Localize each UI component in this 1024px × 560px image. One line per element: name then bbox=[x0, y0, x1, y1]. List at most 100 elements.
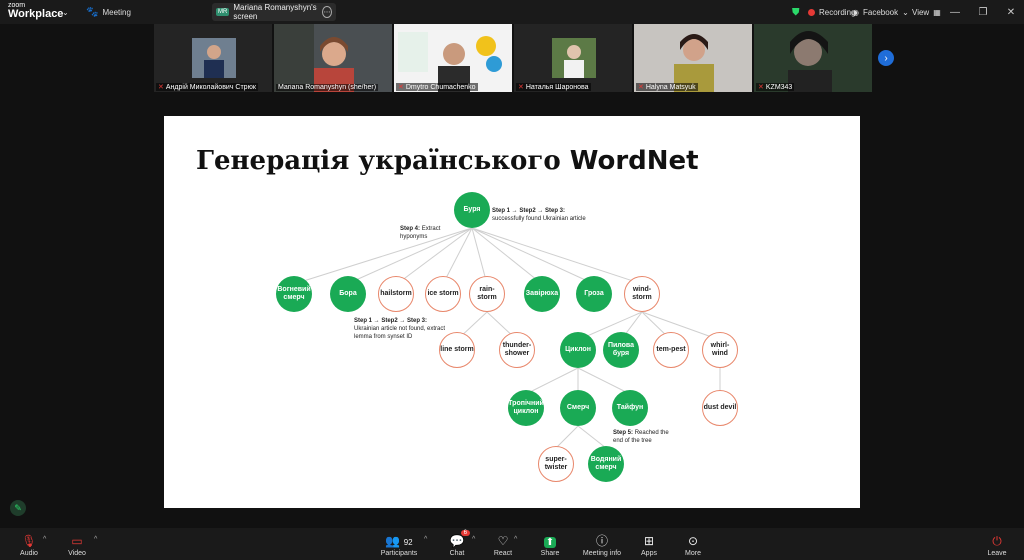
node-root: Буря bbox=[454, 192, 490, 228]
note-step5: Step 5: Reached the end of the tree bbox=[613, 430, 669, 444]
screen-share-badge: MR bbox=[216, 8, 230, 16]
audio-label: Audio bbox=[20, 549, 38, 557]
facebook-label: Facebook bbox=[862, 7, 899, 17]
participant-video bbox=[274, 24, 392, 92]
participant-tile[interactable]: ✕ Dmytro Chumachenko bbox=[394, 24, 512, 92]
next-page-button[interactable]: › bbox=[878, 50, 894, 66]
meeting-info-button[interactable]: ⓘ Meeting info bbox=[577, 530, 627, 560]
apps-button[interactable]: ⊞ Apps bbox=[624, 530, 674, 560]
minimize-icon: — bbox=[950, 6, 960, 18]
react-button[interactable]: ♡ React bbox=[478, 530, 528, 560]
maximize-icon: ❐ bbox=[978, 6, 988, 18]
annotate-button[interactable]: ✎ bbox=[10, 500, 26, 516]
record-dot-icon bbox=[808, 8, 815, 16]
participant-tile[interactable]: ✕ Наталья Шаронова bbox=[514, 24, 632, 92]
node-typhoon: Тайфун bbox=[612, 390, 648, 426]
shared-slide: Генерація українського WordNet Буря Вогн… bbox=[164, 116, 860, 508]
more-label: More bbox=[685, 549, 701, 557]
react-options-caret[interactable]: ^ bbox=[514, 536, 517, 543]
chevron-down-icon: ⌄ bbox=[902, 7, 909, 17]
shield-icon: ⛊ bbox=[792, 6, 800, 18]
note-step123-not-found: Step 1 → Step2 → Step 3: Ukrainian artic… bbox=[354, 318, 446, 340]
more-options-icon[interactable]: ⋯ bbox=[322, 6, 332, 18]
participant-name: Mariana Romanyshyn (she/her) bbox=[276, 84, 379, 91]
node-wind-storm: wind-storm bbox=[624, 276, 660, 312]
node-vortex: Вогневий смерч bbox=[276, 276, 312, 312]
chat-badge: 6 bbox=[460, 530, 470, 536]
participants-count: 92 bbox=[403, 537, 413, 547]
node-water-spout: Водяний смерч bbox=[588, 446, 624, 482]
video-off-icon: ▭ bbox=[71, 533, 83, 548]
chat-button[interactable]: 💬 6 Chat bbox=[432, 530, 482, 560]
node-tropical-cyclone: Тропічний циклон bbox=[508, 390, 544, 426]
participant-name: ✕ Dmytro Chumachenko bbox=[396, 83, 478, 91]
meeting-label: Meeting bbox=[102, 7, 131, 17]
participant-video bbox=[514, 24, 632, 92]
chevron-down-icon: ⌄ bbox=[62, 7, 69, 17]
chat-options-caret[interactable]: ^ bbox=[472, 536, 475, 543]
node-cyclone: Циклон bbox=[560, 332, 596, 368]
meeting-menu[interactable]: 🐾 Meeting bbox=[86, 0, 131, 24]
video-options-caret[interactable]: ^ bbox=[94, 536, 97, 543]
node-ice-storm: ice storm bbox=[425, 276, 461, 312]
share-label: Share bbox=[540, 549, 560, 557]
participant-name: ✕ Halyna Matsyuk bbox=[636, 83, 698, 91]
participant-video bbox=[634, 24, 752, 92]
mic-muted-icon: ✕ bbox=[638, 84, 644, 91]
audio-options-caret[interactable]: ^ bbox=[43, 536, 46, 543]
close-icon: ✕ bbox=[1006, 6, 1016, 18]
audio-button[interactable]: 🎙 Audio bbox=[4, 530, 54, 560]
participant-tile[interactable]: ✕ KZM343 bbox=[754, 24, 872, 92]
node-rain-storm: rain-storm bbox=[469, 276, 505, 312]
leave-label: Leave bbox=[987, 549, 1007, 557]
heart-icon: ♡ bbox=[497, 533, 509, 548]
share-button[interactable]: ⬆ Share bbox=[525, 530, 575, 560]
participant-video bbox=[154, 24, 272, 92]
mic-muted-icon: ✕ bbox=[398, 84, 404, 91]
node-tempest: tem-pest bbox=[653, 332, 689, 368]
mic-muted-icon: ✕ bbox=[158, 84, 164, 91]
more-icon: ⊙ bbox=[687, 533, 699, 548]
participant-name: ✕ Наталья Шаронова bbox=[516, 83, 591, 91]
security-shield[interactable]: ⛊ bbox=[792, 0, 800, 24]
node-zaviryuha: Завірюха bbox=[524, 276, 560, 312]
video-button[interactable]: ▭ Video bbox=[52, 530, 102, 560]
view-menu[interactable]: View ▦ bbox=[912, 0, 941, 24]
maximize-button[interactable]: ❐ bbox=[968, 0, 998, 24]
mic-muted-icon: ✕ bbox=[518, 84, 524, 91]
participant-tile-active[interactable]: Mariana Romanyshyn (she/her) bbox=[274, 24, 392, 92]
participants-button[interactable]: 👥 92 Participants bbox=[374, 530, 424, 560]
participant-strip: ✕ Андрій Миколайович Стрюк Mariana Romany… bbox=[150, 24, 872, 94]
node-smerch: Смерч bbox=[560, 390, 596, 426]
title-wordnet: WordNet bbox=[569, 146, 699, 176]
node-bora: Бора bbox=[330, 276, 366, 312]
node-groza: Гроза bbox=[576, 276, 612, 312]
paw-icon: 🐾 bbox=[86, 6, 99, 18]
share-icon: ⬆ bbox=[543, 536, 557, 548]
meeting-info-label: Meeting info bbox=[582, 549, 622, 557]
facebook-live[interactable]: ◉ Facebook ⌄ bbox=[852, 0, 909, 24]
screen-share-indicator[interactable]: MR Mariana Romanyshyn's screen ⋯ bbox=[212, 3, 336, 21]
close-button[interactable]: ✕ bbox=[996, 0, 1024, 24]
zoom-logo: zoom Workplace bbox=[8, 2, 63, 20]
top-bar: zoom Workplace ⌄ 🐾 Meeting MR Mariana Ro… bbox=[0, 0, 1024, 24]
node-dust-devil: dust devil bbox=[702, 390, 738, 426]
chevron-right-icon: › bbox=[884, 52, 888, 64]
participants-options-caret[interactable]: ^ bbox=[424, 536, 427, 543]
participant-tile[interactable]: ✕ Андрій Миколайович Стрюк bbox=[154, 24, 272, 92]
leave-button[interactable]: ⏻ Leave bbox=[972, 530, 1022, 560]
logo-dropdown[interactable]: ⌄ bbox=[62, 0, 69, 24]
note-step4: Step 4: Extract hyponyms bbox=[400, 226, 441, 240]
node-hailstorm: hailstorm bbox=[378, 276, 414, 312]
recording-indicator[interactable]: Recording bbox=[808, 0, 855, 24]
recording-label: Recording bbox=[819, 7, 856, 17]
react-label: React bbox=[493, 549, 513, 557]
pencil-icon: ✎ bbox=[14, 502, 22, 513]
broadcast-icon: ◉ bbox=[852, 7, 859, 17]
participant-name: ✕ KZM343 bbox=[756, 83, 795, 91]
minimize-button[interactable]: — bbox=[940, 0, 970, 24]
participants-label: Participants bbox=[380, 549, 418, 557]
more-button[interactable]: ⊙ More bbox=[668, 530, 718, 560]
logo-line2: Workplace bbox=[8, 8, 64, 20]
participant-tile[interactable]: ✕ Halyna Matsyuk bbox=[634, 24, 752, 92]
